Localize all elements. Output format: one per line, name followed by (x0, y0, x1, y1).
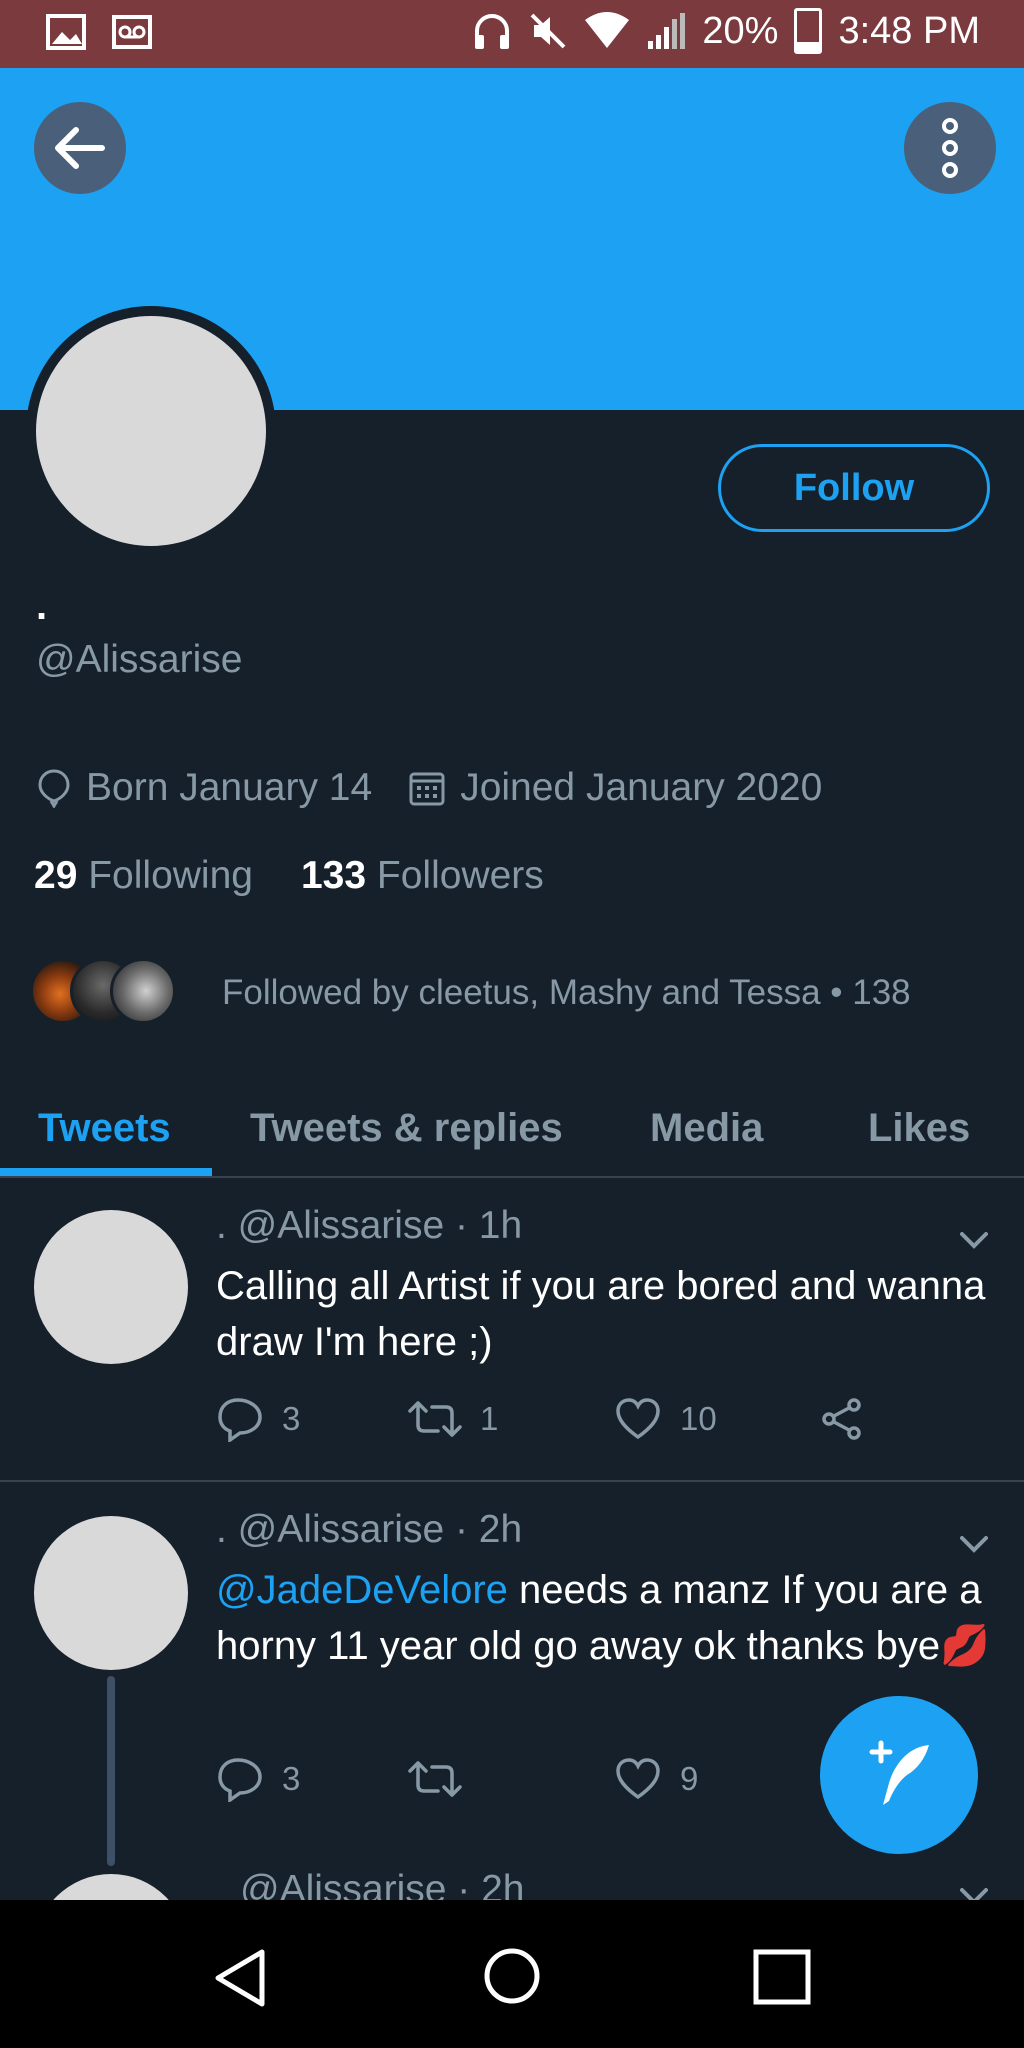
tweet-avatar[interactable] (34, 1210, 188, 1364)
more-vertical-icon (942, 118, 958, 178)
like-button[interactable]: 10 (614, 1397, 820, 1441)
joined-text: Joined January 2020 (460, 766, 823, 809)
share-icon (822, 1398, 861, 1440)
active-tab-indicator (0, 1168, 212, 1176)
tweet-header: @Alissarise · 2h (240, 1868, 525, 1900)
tweet[interactable]: . @Alissarise · 1h Calling all Artist if… (0, 1178, 1024, 1480)
mutual-avatar (110, 958, 176, 1024)
retweet-icon (408, 1761, 462, 1797)
retweet-icon (408, 1401, 462, 1437)
share-button[interactable] (820, 1397, 864, 1441)
mute-icon (530, 13, 566, 49)
more-options-button[interactable] (904, 102, 996, 194)
profile-avatar[interactable] (26, 306, 276, 556)
followers-label: Followers (376, 854, 544, 897)
following-link[interactable]: 29 Following (34, 854, 253, 898)
tweet-text: @JadeDeVelore needs a manz If you are a … (216, 1562, 1024, 1674)
compose-tweet-button[interactable] (820, 1696, 978, 1854)
like-button[interactable]: 9 (614, 1757, 820, 1801)
tab-media[interactable]: Media (650, 1080, 763, 1176)
mutual-avatars (30, 958, 180, 1028)
headphones-icon (475, 14, 510, 49)
reply-button[interactable]: 3 (216, 1756, 408, 1802)
reply-icon (218, 1758, 262, 1802)
heart-icon (616, 1398, 660, 1440)
home-nav-icon[interactable] (482, 1946, 542, 2006)
kiss-emoji: 💋 (940, 1624, 990, 1668)
back-nav-icon[interactable] (212, 1948, 268, 2008)
tab-tweets[interactable]: Tweets (38, 1080, 171, 1176)
reply-count: 3 (282, 1400, 301, 1437)
battery-percent: 20% (702, 9, 779, 52)
chevron-down-icon[interactable] (954, 1524, 994, 1564)
system-nav-bar (0, 1900, 1024, 2048)
tweet-actions: 3 9 (216, 1756, 820, 1802)
tweet-avatar[interactable] (34, 1874, 188, 1900)
followers-link[interactable]: 133 Followers (301, 854, 544, 898)
mention-link[interactable]: @JadeDeVelore (216, 1568, 508, 1612)
status-bar: 20% 3:48 PM (0, 0, 1024, 68)
chevron-down-icon[interactable] (954, 1876, 994, 1900)
tweet-header: . @Alissarise · 2h (216, 1508, 523, 1551)
reply-count: 3 (282, 1760, 301, 1797)
clock: 3:48 PM (838, 9, 980, 52)
tweet-text: Calling all Artist if you are bored and … (216, 1264, 986, 1364)
back-button[interactable] (34, 102, 126, 194)
following-label: Following (88, 854, 253, 897)
calendar-icon (409, 772, 445, 806)
tab-likes[interactable]: Likes (868, 1080, 970, 1176)
thread-line (107, 1676, 115, 1866)
display-name: . (36, 584, 48, 628)
follow-stats: 29 Following 133 Followers (34, 854, 544, 898)
tweet-actions: 3 1 10 (216, 1396, 864, 1442)
profile-meta: Born January 14 Joined January 2020 (36, 766, 822, 810)
profile-tabs: Tweets Tweets & replies Media Likes (0, 1080, 1024, 1178)
tweet[interactable]: @Alissarise · 2h (0, 1862, 1024, 1900)
retweet-button[interactable]: 1 (408, 1399, 614, 1439)
like-count: 10 (680, 1400, 717, 1437)
follow-button[interactable]: Follow (718, 444, 990, 532)
retweet-count: 1 (480, 1400, 499, 1437)
reply-icon (218, 1398, 262, 1442)
retweet-button[interactable] (408, 1759, 614, 1799)
tweet-header: . @Alissarise · 1h (216, 1204, 523, 1247)
followers-count: 133 (300, 854, 367, 897)
arrow-left-icon (55, 127, 105, 169)
birthday-text: Born January 14 (86, 766, 373, 809)
reply-button[interactable]: 3 (216, 1396, 408, 1442)
profile-handle: @Alissarise (36, 638, 243, 681)
followed-by-text: Followed by cleetus, Mashy and Tessa • 1… (222, 973, 911, 1012)
wifi-icon (585, 12, 630, 48)
tweet-avatar[interactable] (34, 1516, 188, 1670)
heart-icon (616, 1758, 660, 1800)
recents-nav-icon[interactable] (752, 1948, 812, 2006)
battery-icon (794, 8, 823, 54)
signal-icon (648, 13, 686, 49)
like-count: 9 (680, 1760, 699, 1797)
balloon-icon (38, 769, 70, 808)
voicemail-icon (112, 15, 152, 49)
followed-by-row[interactable]: Followed by cleetus, Mashy and Tessa • 1… (30, 958, 911, 1028)
chevron-down-icon[interactable] (954, 1220, 994, 1260)
compose-feather-icon (869, 1740, 929, 1805)
following-count: 29 (34, 854, 78, 897)
tab-tweets-replies[interactable]: Tweets & replies (250, 1080, 563, 1176)
image-icon (46, 14, 86, 50)
